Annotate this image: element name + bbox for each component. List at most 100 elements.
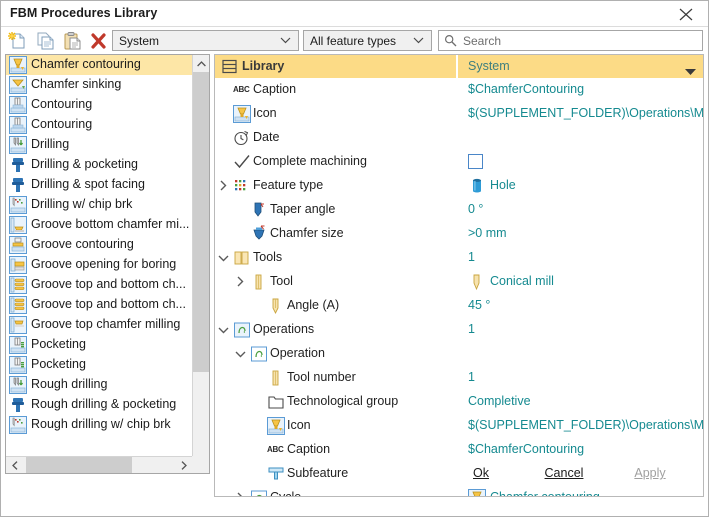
property-tree-panel: Library System ABC Caption $ChamferContour… — [214, 54, 704, 497]
feature-type-select[interactable]: All feature types — [303, 30, 432, 51]
collapse-toggle[interactable] — [218, 252, 230, 264]
tree-row-value-cell[interactable]: Hole — [468, 174, 703, 198]
tree-row[interactable]: Icon $(SUPPLEMENT_FOLDER)\Operations\Mill — [215, 102, 703, 126]
list-item[interactable]: Groove contouring — [6, 235, 192, 255]
apply-button[interactable]: Apply — [619, 466, 681, 488]
list-item[interactable]: Groove opening for boring — [6, 255, 192, 275]
tree-row[interactable]: Operation — [215, 342, 703, 366]
expand-toggle[interactable] — [219, 180, 231, 192]
complete-machining-checkbox[interactable] — [468, 154, 483, 169]
tree-row-value-cell[interactable] — [468, 150, 703, 174]
tree-row-value-cell[interactable]: $(SUPPLEMENT_FOLDER)\Operations\Mill — [468, 102, 703, 126]
list-item[interactable]: Chamfer contouring — [6, 55, 192, 75]
search-input[interactable]: Search — [438, 30, 703, 51]
tree-row-label: Technological group — [287, 394, 399, 408]
tree-row-label: Angle (A) — [287, 298, 340, 312]
list-item-label: Chamfer contouring — [31, 57, 141, 71]
tree-row-value-cell[interactable]: >0 mm — [468, 222, 703, 246]
tree-row-value-cell[interactable] — [468, 342, 703, 366]
scroll-thumb[interactable] — [26, 457, 132, 473]
tree-row-value-cell[interactable]: Conical mill — [468, 270, 703, 294]
tree-row[interactable]: ABC Caption $ChamferContouring — [215, 78, 703, 102]
scroll-up-button[interactable] — [193, 55, 209, 72]
list-item[interactable]: Drilling & pocketing — [6, 155, 192, 175]
list-item[interactable]: Drilling — [6, 135, 192, 155]
collapse-toggle[interactable] — [235, 348, 247, 360]
scroll-thumb[interactable] — [193, 72, 209, 372]
list-item-label: Chamfer sinking — [31, 77, 122, 91]
list-item[interactable]: Chamfer sinking — [6, 75, 192, 95]
tree-row-value-cell[interactable]: $(SUPPLEMENT_FOLDER)\Operations\Mill — [468, 414, 703, 438]
tree-row[interactable]: Complete machining — [215, 150, 703, 174]
chevron-down-icon — [685, 69, 696, 75]
list-item[interactable]: Pocketing — [6, 355, 192, 375]
hole-icon — [468, 177, 486, 195]
copy-icon — [37, 32, 54, 50]
list-item[interactable]: Drilling & spot facing — [6, 175, 192, 195]
library-select[interactable]: System — [112, 30, 299, 51]
library-select-arrow[interactable] — [279, 31, 293, 50]
tree-row-value: 0 ° — [468, 202, 484, 216]
close-button[interactable] — [664, 1, 708, 26]
tree-row[interactable]: Angle (A) 45 ° — [215, 294, 703, 318]
list-horizontal-scrollbar[interactable] — [6, 456, 192, 473]
list-item[interactable]: Groove top chamfer milling — [6, 315, 192, 335]
tree-row-value-cell[interactable]: $ChamferContouring — [468, 78, 703, 102]
list-item[interactable]: Contouring — [6, 115, 192, 135]
scroll-left-button[interactable] — [6, 457, 23, 473]
tree-row-value-cell[interactable]: 1 — [468, 246, 703, 270]
copy-button[interactable] — [33, 29, 57, 53]
list-item[interactable]: Groove top and bottom ch... — [6, 275, 192, 295]
list-item[interactable]: Rough drilling w/ chip brk — [6, 415, 192, 435]
chevron-left-icon — [12, 461, 18, 470]
tree-row-value-cell[interactable]: 1 — [468, 318, 703, 342]
delete-button[interactable] — [87, 29, 111, 53]
tree-row-value-cell[interactable] — [468, 126, 703, 150]
tree-row-value-cell[interactable]: $ChamferContouring — [468, 438, 703, 462]
feature-type-select-arrow[interactable] — [412, 31, 426, 50]
tree-header-name-cell[interactable]: Library — [215, 55, 458, 78]
list-item[interactable]: Rough drilling — [6, 375, 192, 395]
cancel-button[interactable]: Cancel — [531, 466, 597, 488]
tree-row[interactable]: Technological group Completive — [215, 390, 703, 414]
chamfer-contouring-icon — [267, 417, 285, 435]
list-item[interactable]: Groove bottom chamfer mi... — [6, 215, 192, 235]
tree-row[interactable]: Operations 1 — [215, 318, 703, 342]
list-vertical-scrollbar[interactable] — [192, 55, 209, 473]
tree-header-value-cell[interactable]: System — [460, 55, 703, 78]
paste-button[interactable] — [61, 29, 85, 53]
check-icon — [233, 153, 251, 171]
tree-row-value-cell[interactable]: 1 — [468, 366, 703, 390]
expand-toggle[interactable] — [236, 492, 248, 496]
tree-row[interactable]: Tool number 1 — [215, 366, 703, 390]
procedure-list-panel: Chamfer contouring Chamfer sinking Contour… — [5, 54, 210, 474]
tree-row[interactable]: Date — [215, 126, 703, 150]
operations-icon — [233, 321, 251, 339]
list-item[interactable]: Groove top and bottom ch... — [6, 295, 192, 315]
list-item-label: Groove bottom chamfer mi... — [31, 217, 190, 231]
tree-row[interactable]: Icon $(SUPPLEMENT_FOLDER)\Operations\Mill — [215, 414, 703, 438]
tree-row-value-cell[interactable]: Completive — [468, 390, 703, 414]
list-item[interactable]: Rough drilling & pocketing — [6, 395, 192, 415]
tree-row[interactable]: Tool Conical mill — [215, 270, 703, 294]
list-item[interactable]: Contouring — [6, 95, 192, 115]
list-item[interactable]: Pocketing — [6, 335, 192, 355]
tree-header-dropdown[interactable] — [685, 64, 696, 78]
ok-button[interactable]: Ok — [455, 466, 507, 488]
collapse-toggle[interactable] — [218, 324, 230, 336]
tree-row[interactable]: Feature type Hole — [215, 174, 703, 198]
expand-toggle[interactable] — [236, 276, 248, 288]
tree-row-name-cell: Icon — [215, 414, 461, 438]
tree-row[interactable]: Tools 1 — [215, 246, 703, 270]
tree-row[interactable]: Taper angle 0 ° — [215, 198, 703, 222]
list-item[interactable]: Drilling w/ chip brk — [6, 195, 192, 215]
scroll-right-button[interactable] — [175, 457, 192, 473]
list-item-label: Rough drilling — [31, 377, 108, 391]
tree-row-value: $(SUPPLEMENT_FOLDER)\Operations\Mill — [468, 418, 703, 432]
tree-row-value-cell[interactable]: 0 ° — [468, 198, 703, 222]
tree-row-value: 1 — [468, 370, 475, 384]
new-document-button[interactable] — [5, 29, 29, 53]
tree-row[interactable]: ABC Caption $ChamferContouring — [215, 438, 703, 462]
tree-row-value-cell[interactable]: 45 ° — [468, 294, 703, 318]
tree-row[interactable]: Chamfer size >0 mm — [215, 222, 703, 246]
